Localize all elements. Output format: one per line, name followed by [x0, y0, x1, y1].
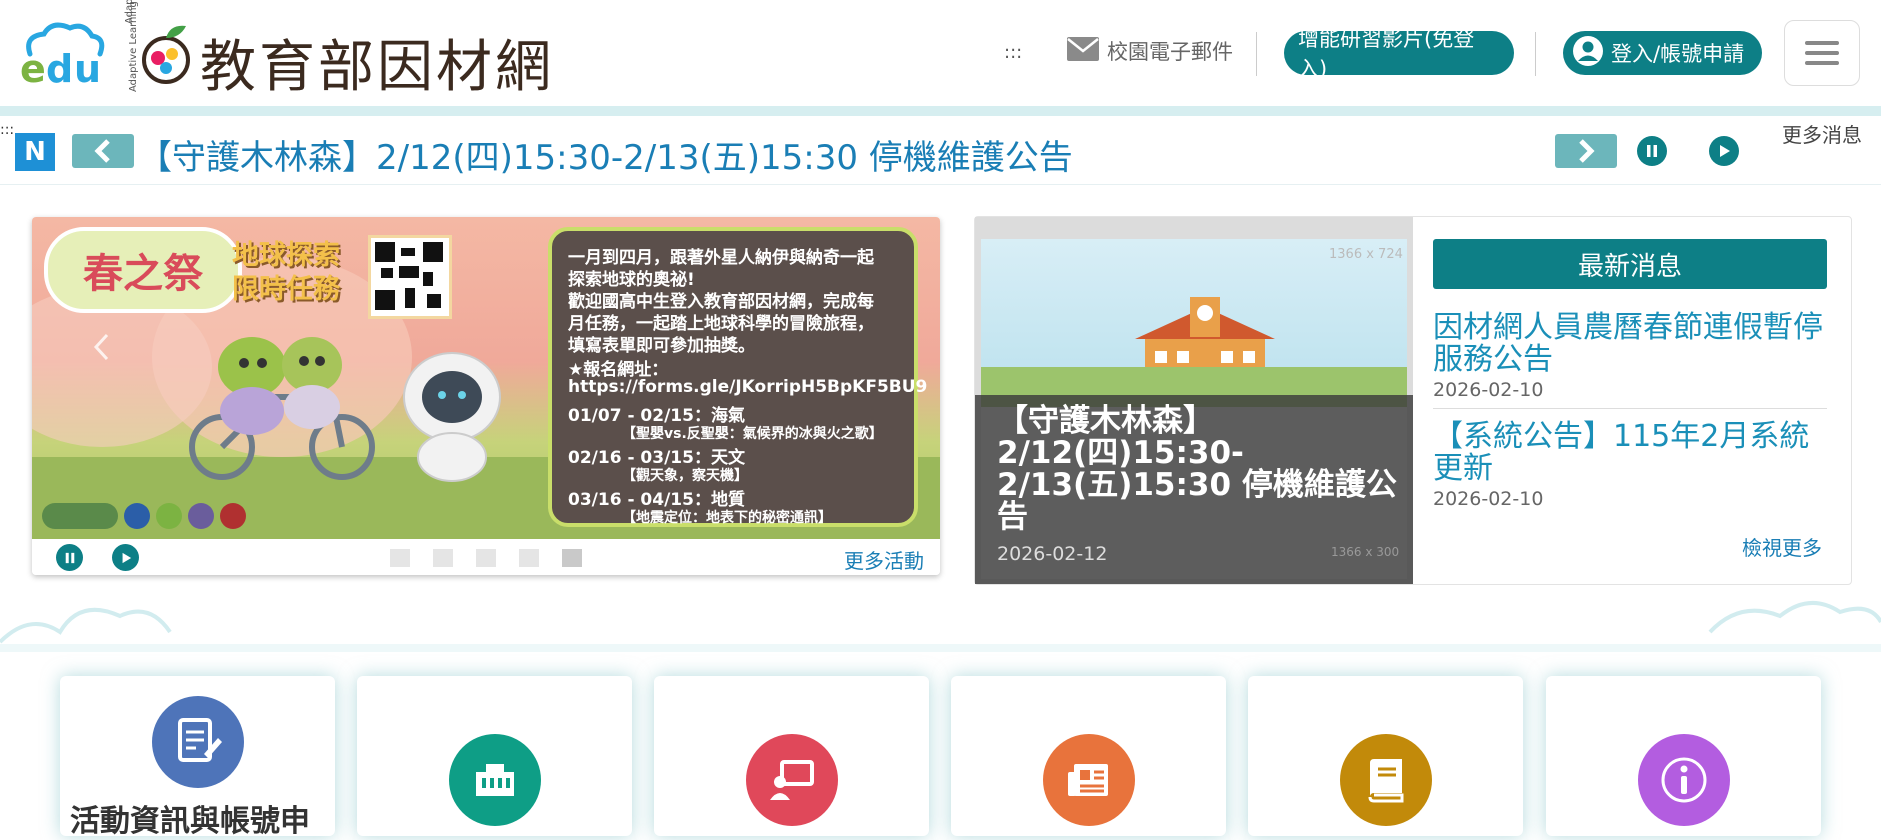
news-caption-date: 2026-02-12	[997, 543, 1108, 565]
chevron-left-icon	[94, 139, 110, 163]
image-size-label: 1366 x 724	[1329, 247, 1403, 262]
carousel-indicator[interactable]	[390, 549, 410, 567]
brand-mark-icon	[130, 20, 198, 88]
training-video-button[interactable]: 增能研習影片(免登入)	[1284, 27, 1514, 81]
campus-email-label: 校園電子郵件	[1107, 40, 1233, 64]
menu-icon-bar	[1805, 61, 1839, 65]
play-icon	[122, 552, 131, 563]
partner-logos	[42, 503, 246, 529]
info-icon	[1638, 734, 1730, 826]
news-caption-overlay[interactable]: 【守護木林森】2/12(四)15:30-2/13(五)15:30 停機維護公告 …	[975, 395, 1413, 584]
site-title[interactable]: 教育部因材網	[200, 22, 554, 103]
pause-icon	[1647, 145, 1657, 157]
robot-illustration	[392, 347, 512, 491]
carousel-pause-button[interactable]	[56, 544, 83, 571]
news-item-date: 2026-02-10	[1433, 379, 1544, 401]
carousel-indicator[interactable]	[519, 549, 539, 567]
carousel-controls: 更多活動	[32, 539, 940, 575]
image-size-label: 1366 x 300	[1331, 545, 1400, 559]
header-separator	[1535, 32, 1536, 76]
user-icon	[1573, 35, 1603, 71]
feature-card-news[interactable]	[951, 676, 1226, 836]
newspaper-icon	[1043, 734, 1135, 826]
news-item-title[interactable]: 【系統公告】115年2月系統更新	[1433, 421, 1827, 485]
play-icon	[1720, 145, 1730, 157]
schedule-topic: 【觀天象，察天機】	[622, 468, 748, 484]
news-caption-title: 【守護木林森】2/12(四)15:30-2/13(五)15:30 停機維護公告	[997, 403, 1397, 535]
carousel-indicator-active[interactable]	[562, 549, 582, 567]
view-more-news-link[interactable]: 檢視更多	[1742, 532, 1822, 561]
campus-email-link[interactable]: 校園電子郵件	[1067, 36, 1233, 66]
svg-text:u: u	[74, 47, 101, 86]
mail-icon	[1067, 36, 1099, 66]
feature-card-network[interactable]	[357, 676, 632, 836]
more-news-link[interactable]: 更多消息	[1782, 120, 1862, 150]
feature-card-activity[interactable]: 活動資訊與帳號申	[60, 676, 335, 839]
svg-text:d: d	[46, 47, 73, 86]
document-edit-icon	[152, 696, 244, 788]
ticker-pause-button[interactable]	[1637, 136, 1667, 166]
news-divider	[1433, 408, 1827, 409]
pause-icon	[65, 552, 74, 563]
carousel-prev-icon[interactable]	[92, 332, 112, 366]
news-item-title[interactable]: 因材網人員農曆春節連假暫停服務公告	[1433, 312, 1827, 376]
decorative-cloud-border	[0, 592, 1881, 656]
schedule-topic: 【聖嬰vs.反聖嬰：氣候界的冰與火之歌】	[622, 426, 883, 442]
feature-card-presentation[interactable]	[654, 676, 929, 836]
edu-logo[interactable]: e d u	[18, 20, 108, 91]
book-icon	[1340, 734, 1432, 826]
ticker-accesskey[interactable]: :::	[0, 123, 14, 137]
header-separator	[1256, 32, 1257, 76]
carousel-play-button[interactable]	[112, 544, 139, 571]
registration-url: https://forms.gle/JKorripH5BpKF5BU9	[568, 377, 928, 397]
svg-text:e: e	[20, 47, 46, 86]
chevron-right-icon	[1579, 139, 1595, 163]
activity-carousel: 春之祭 地球探索 限時任務 一月到四月，跟著外星人納伊與納奇一起 探索地球的奧祕…	[32, 217, 940, 575]
news-featured-image[interactable]: 1366 x 724 【守護木林森】2/12(四)15:30-2/13(五)15…	[975, 217, 1413, 584]
feature-card-book[interactable]	[1248, 676, 1523, 836]
login-button[interactable]: 登入/帳號申請	[1563, 31, 1762, 75]
spring-festival-badge: 春之祭	[44, 227, 242, 313]
ticker-play-button[interactable]	[1709, 136, 1739, 166]
carousel-slide-image[interactable]: 春之祭 地球探索 限時任務 一月到四月，跟著外星人納伊與納奇一起 探索地球的奧祕…	[32, 217, 940, 539]
menu-icon-bar	[1805, 41, 1839, 45]
activity-info-panel: 一月到四月，跟著外星人納伊與納奇一起 探索地球的奧祕! 歡迎國高中生登入教育部因…	[548, 227, 927, 527]
schedule-topic: 【地震定位：地表下的秘密通訊】	[622, 510, 832, 526]
brand-subtitle-vertical: Adaptive Learning	[128, 1, 139, 92]
header-divider	[0, 106, 1881, 116]
panel-text-line: 填寫表單即可參加抽獎。	[568, 336, 755, 356]
feature-card-label: 活動資訊與帳號申	[70, 804, 310, 839]
login-label: 登入/帳號申請	[1611, 42, 1745, 66]
latest-news-heading: 最新消息	[1433, 239, 1827, 289]
ticker-next-button[interactable]	[1555, 134, 1617, 168]
menu-icon-bar	[1805, 51, 1839, 55]
accesskey-dots[interactable]: :::	[1004, 42, 1022, 63]
mission-title: 地球探索 限時任務	[232, 239, 340, 307]
ticker-headline[interactable]: 【守護木林森】2/12(四)15:30-2/13(五)15:30 停機維護公告	[138, 130, 1073, 179]
new-badge: N	[15, 133, 55, 171]
hamburger-menu-button[interactable]	[1784, 20, 1860, 86]
carousel-indicator[interactable]	[476, 549, 496, 567]
carousel-indicator[interactable]	[433, 549, 453, 567]
feature-card-info[interactable]	[1546, 676, 1821, 836]
ticker-prev-button[interactable]	[72, 134, 134, 168]
presentation-icon	[746, 734, 838, 826]
mission-title-line: 限時任務	[232, 274, 340, 305]
network-icon	[449, 734, 541, 826]
mission-title-line: 地球探索	[232, 240, 340, 271]
news-item-date: 2026-02-10	[1433, 488, 1544, 510]
more-activities-link[interactable]: 更多活動	[844, 545, 924, 574]
